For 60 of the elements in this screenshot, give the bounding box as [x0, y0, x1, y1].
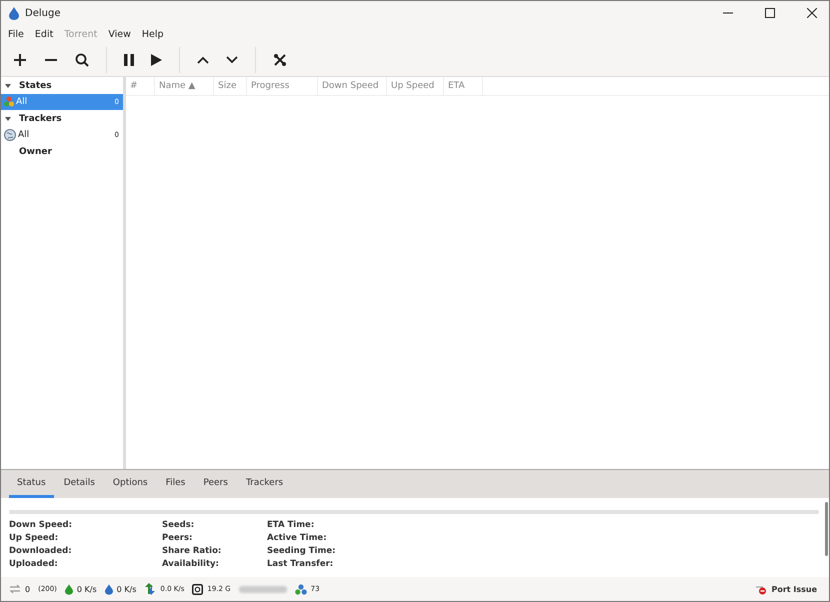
up-chevron-icon[interactable] — [197, 56, 209, 64]
menu-item[interactable]: Help — [142, 28, 164, 40]
globe-icon — [4, 129, 16, 141]
field-label: Uploaded: — [9, 558, 59, 571]
tab[interactable]: Peers — [195, 470, 236, 498]
states-icon — [4, 96, 14, 108]
disk-icon — [192, 584, 204, 594]
pause-icon[interactable] — [124, 54, 134, 66]
arrows-icon — [144, 583, 156, 595]
expander-icon[interactable] — [5, 116, 11, 120]
tab[interactable]: Files — [158, 470, 194, 498]
tab[interactable]: Trackers — [238, 470, 292, 498]
tools-icon[interactable] — [273, 52, 287, 66]
group-label[interactable]: States — [19, 80, 52, 90]
column-header[interactable]: Up Speed — [387, 77, 444, 95]
peers-icon — [294, 584, 307, 594]
port-blocked-icon — [755, 584, 768, 594]
close-icon[interactable] — [807, 8, 817, 18]
field-label: Share Ratio: — [162, 545, 222, 558]
menu-item[interactable]: File — [8, 28, 24, 40]
upload-drop-icon — [104, 584, 113, 594]
download-speed: 0 K/s — [76, 584, 97, 594]
column-header[interactable]: Progress — [247, 77, 318, 95]
field-label: ETA Time: — [267, 519, 316, 532]
window-title: Deluge — [25, 8, 60, 18]
add-icon[interactable] — [13, 52, 27, 66]
field-label: Availability: — [162, 558, 220, 571]
menu-item[interactable]: View — [108, 28, 131, 40]
field-label: Down Speed: — [9, 519, 73, 532]
scrollbar[interactable] — [825, 502, 828, 556]
group-label[interactable]: Owner — [19, 146, 52, 156]
down-chevron-icon[interactable] — [226, 56, 238, 64]
download-drop-icon — [64, 584, 73, 594]
expander-icon[interactable] — [5, 84, 11, 88]
connections-icon — [9, 584, 21, 594]
menu-item[interactable]: Edit — [34, 28, 54, 40]
field-label: Seeding Time: — [267, 545, 336, 558]
column-header[interactable]: # — [126, 77, 155, 95]
field-label: Last Transfer: — [267, 558, 334, 571]
field-label: Peers: — [162, 532, 194, 545]
port-issue-button[interactable]: Port Issue — [771, 584, 817, 594]
field-label: Seeds: — [162, 519, 196, 532]
field-label: Active Time: — [267, 532, 328, 545]
column-header[interactable]: Name ▲ — [155, 77, 214, 95]
connections-count: 0 — [25, 584, 30, 594]
tab[interactable]: Options — [104, 470, 156, 498]
column-header[interactable]: ETA — [444, 77, 483, 95]
search-icon[interactable] — [75, 52, 89, 66]
group-label[interactable]: Trackers — [19, 114, 62, 124]
drop-logo-icon — [9, 6, 19, 20]
tab[interactable]: Details — [56, 470, 103, 498]
column-header[interactable]: Size — [214, 77, 247, 95]
column-header[interactable]: Down Speed — [318, 77, 387, 95]
upload-speed: 0 K/s — [116, 584, 136, 594]
field-label: Up Speed: — [9, 532, 60, 545]
maximize-icon[interactable] — [765, 8, 775, 18]
play-icon[interactable] — [151, 54, 162, 66]
tab[interactable]: Status — [9, 470, 54, 498]
blurred-ip-address — [238, 586, 287, 592]
field-label: Downloaded: — [9, 545, 73, 558]
